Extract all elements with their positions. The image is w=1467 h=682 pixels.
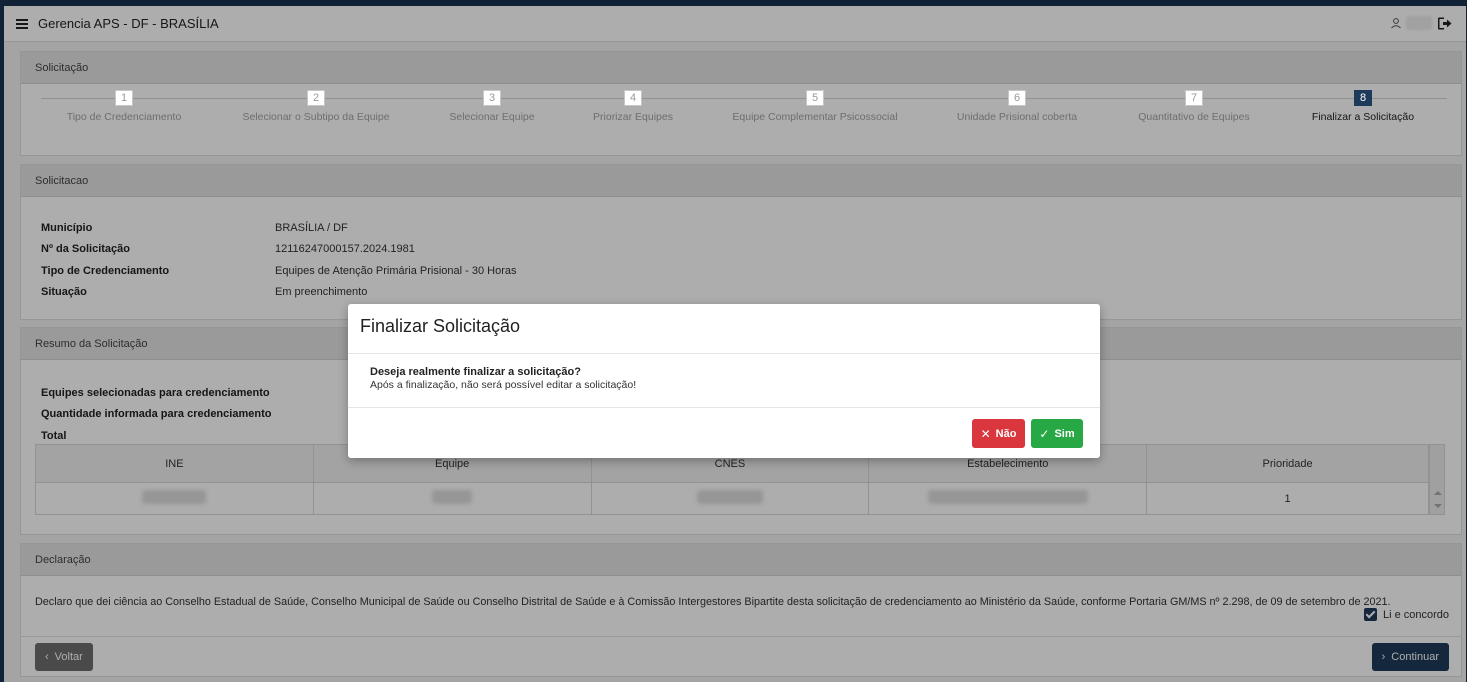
yes-button[interactable]: ✓ Sim <box>1031 419 1083 448</box>
step-number: 6 <box>1008 90 1026 106</box>
no-button-label: Não <box>995 427 1017 440</box>
finalize-modal: Finalizar Solicitação Deseja realmente f… <box>348 304 1100 458</box>
modal-body: Deseja realmente finalizar a solicitação… <box>348 354 1100 408</box>
step-number: 7 <box>1185 90 1203 106</box>
close-icon: ✕ <box>980 426 991 441</box>
step-number: 1 <box>115 90 133 106</box>
step-number: 2 <box>307 90 325 106</box>
modal-question: Deseja realmente finalizar a solicitação… <box>370 366 581 378</box>
yes-button-label: Sim <box>1054 427 1075 440</box>
modal-note: Após a finalização, não será possível ed… <box>370 379 637 391</box>
no-button[interactable]: ✕ Não <box>972 419 1025 448</box>
step-number: 8 <box>1354 90 1372 106</box>
step-number: 4 <box>624 90 642 106</box>
check-icon: ✓ <box>1039 426 1050 441</box>
step-number: 3 <box>483 90 501 106</box>
modal-title: Finalizar Solicitação <box>348 304 1100 354</box>
step-number: 5 <box>806 90 824 106</box>
